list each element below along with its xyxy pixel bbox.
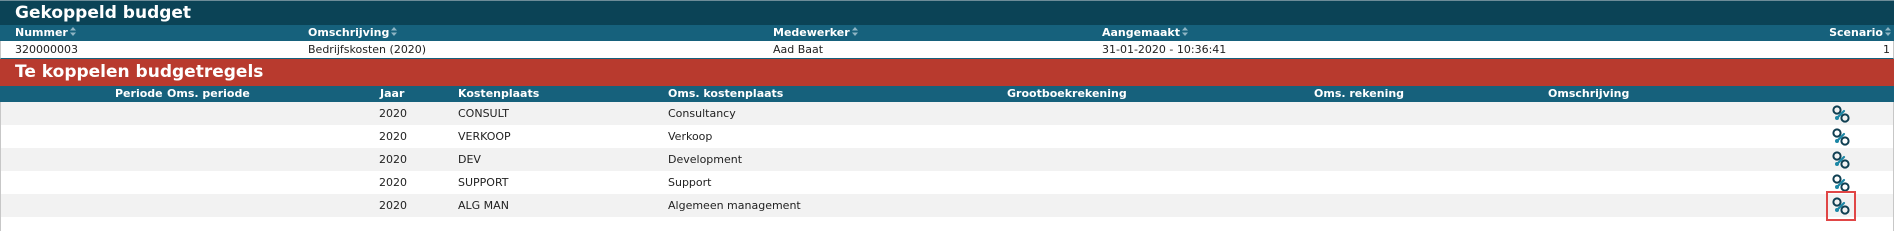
linked-budget-row[interactable]: 320000003 Bedrijfskosten (2020) Aad Baat… bbox=[0, 41, 1894, 59]
cell-aangemaakt: 31-01-2020 - 10:36:41 bbox=[1102, 43, 1227, 56]
column-header-oms-periode[interactable]: Oms. periode bbox=[167, 87, 250, 100]
column-header-label: Scenario bbox=[1829, 26, 1883, 39]
column-header-grootboekrekening[interactable]: Grootboekrekening bbox=[1007, 87, 1127, 100]
column-header-label: Omschrijving bbox=[308, 26, 390, 39]
cell-kostenplaats: SUPPORT bbox=[458, 176, 509, 189]
column-header-oms-kostenplaats[interactable]: Oms. kostenplaats bbox=[668, 87, 783, 100]
cell-scenario: 1 bbox=[1883, 43, 1890, 56]
cell-omschrijving: Bedrijfskosten (2020) bbox=[308, 43, 427, 56]
link-icon[interactable] bbox=[1826, 191, 1856, 221]
cell-oms-kostenplaats: Development bbox=[668, 153, 743, 166]
cell-kostenplaats: ALG MAN bbox=[458, 199, 509, 212]
link-icon[interactable] bbox=[1831, 127, 1851, 147]
cell-oms-kostenplaats: Support bbox=[668, 176, 712, 189]
cell-kostenplaats: CONSULT bbox=[458, 107, 509, 120]
sort-icon[interactable] bbox=[390, 26, 398, 37]
linked-budget-header-row: Nummer Omschrijving Medewerker Aangemaak… bbox=[0, 25, 1894, 41]
column-header-jaar[interactable]: Jaar bbox=[380, 87, 404, 100]
column-header-oms-rekening[interactable]: Oms. rekening bbox=[1314, 87, 1404, 100]
column-header-periode[interactable]: Periode bbox=[115, 87, 163, 100]
column-header-label: Medewerker bbox=[773, 26, 850, 39]
budget-lines-header-row: Periode Oms. periode Jaar Kostenplaats O… bbox=[0, 86, 1894, 102]
cell-kostenplaats: VERKOOP bbox=[458, 130, 511, 143]
column-header-omschrijving[interactable]: Omschrijving bbox=[308, 26, 398, 39]
table-row[interactable]: 2020 VERKOOP Verkoop bbox=[1, 125, 1893, 148]
column-header-aangemaakt[interactable]: Aangemaakt bbox=[1102, 26, 1189, 39]
cell-oms-kostenplaats: Verkoop bbox=[668, 130, 713, 143]
column-header-nummer[interactable]: Nummer bbox=[15, 26, 77, 39]
budget-lines-table: 2020 CONSULT Consultancy 2020 VERKOOP Ve… bbox=[0, 102, 1894, 231]
cell-nummer: 320000003 bbox=[15, 43, 78, 56]
link-icon[interactable] bbox=[1831, 173, 1851, 193]
cell-jaar: 2020 bbox=[379, 107, 407, 120]
column-header-label: Nummer bbox=[15, 26, 68, 39]
sort-icon[interactable] bbox=[1884, 26, 1892, 37]
cell-oms-kostenplaats: Algemeen management bbox=[668, 199, 801, 212]
link-icon[interactable] bbox=[1831, 150, 1851, 170]
cell-jaar: 2020 bbox=[379, 176, 407, 189]
sort-icon[interactable] bbox=[69, 26, 77, 37]
table-row[interactable]: 2020 DEV Development bbox=[1, 148, 1893, 171]
cell-oms-kostenplaats: Consultancy bbox=[668, 107, 736, 120]
table-row[interactable]: 2020 SUPPORT Support bbox=[1, 171, 1893, 194]
cell-jaar: 2020 bbox=[379, 153, 407, 166]
cell-medewerker: Aad Baat bbox=[773, 43, 824, 56]
column-header-kostenplaats[interactable]: Kostenplaats bbox=[458, 87, 539, 100]
linked-budget-title: Gekoppeld budget bbox=[0, 0, 1894, 25]
link-icon[interactable] bbox=[1831, 104, 1851, 124]
table-row[interactable]: 2020 CONSULT Consultancy bbox=[1, 102, 1893, 125]
sort-icon[interactable] bbox=[851, 26, 859, 37]
table-row[interactable]: 2020 ALG MAN Algemeen management bbox=[1, 191, 1893, 221]
cell-jaar: 2020 bbox=[379, 130, 407, 143]
table-footer-spacer bbox=[1, 217, 1893, 231]
column-header-medewerker[interactable]: Medewerker bbox=[773, 26, 859, 39]
budget-link-panel: Gekoppeld budget Nummer Omschrijving Med… bbox=[0, 0, 1894, 231]
cell-jaar: 2020 bbox=[379, 199, 407, 212]
cell-kostenplaats: DEV bbox=[458, 153, 481, 166]
sort-icon[interactable] bbox=[1181, 26, 1189, 37]
column-header-scenario[interactable]: Scenario bbox=[1829, 26, 1892, 39]
budget-lines-to-link-title: Te koppelen budgetregels bbox=[0, 59, 1894, 86]
column-header-omschrijving[interactable]: Omschrijving bbox=[1548, 87, 1629, 100]
column-header-label: Aangemaakt bbox=[1102, 26, 1180, 39]
